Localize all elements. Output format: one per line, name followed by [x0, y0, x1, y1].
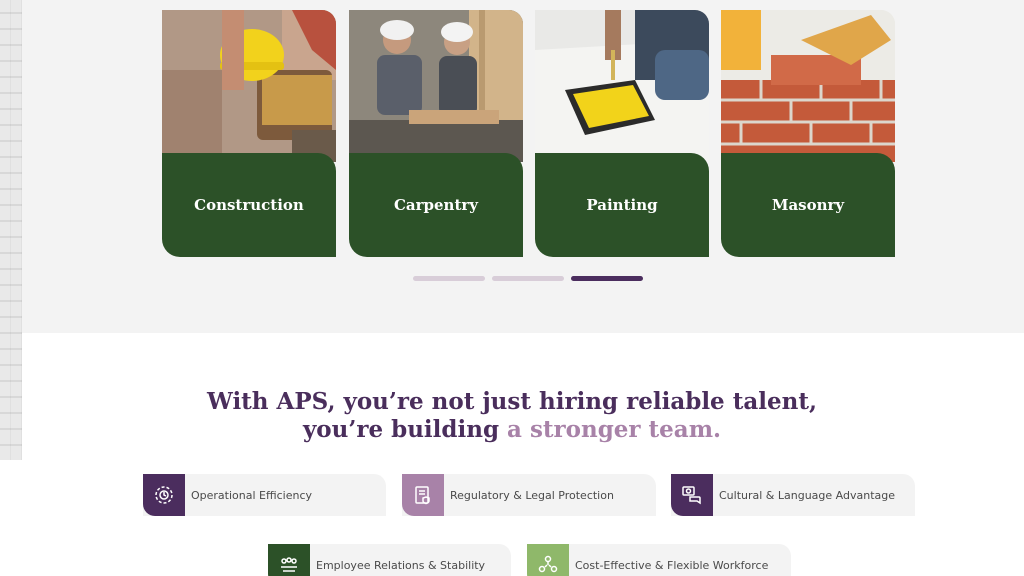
- benefit-cost-effective[interactable]: Cost-Effective & Flexible Workforce: [527, 544, 791, 576]
- pagination-bar-3-active[interactable]: [571, 276, 643, 281]
- benefit-employee-relations[interactable]: Employee Relations & Stability: [268, 544, 511, 576]
- service-label: Construction: [194, 196, 304, 214]
- benefit-label: Employee Relations & Stability: [316, 558, 486, 572]
- service-label-box: Carpentry: [349, 153, 523, 257]
- headline-line-2-prefix: you’re building: [302, 416, 508, 443]
- headline-line-1: With APS, you’re not just hiring reliabl…: [207, 388, 817, 415]
- section-headline: With APS, you’re not just hiring reliabl…: [0, 388, 1024, 444]
- service-card-carpentry[interactable]: Carpentry: [349, 10, 523, 257]
- headline-line-2-accent: a stronger team.: [507, 416, 722, 443]
- service-card-construction[interactable]: Construction: [162, 10, 336, 257]
- benefit-operational-efficiency[interactable]: Operational Efficiency: [143, 474, 386, 516]
- benefit-label: Cultural & Language Advantage: [719, 488, 896, 502]
- service-label: Masonry: [771, 196, 845, 214]
- painting-photo: [535, 10, 709, 162]
- construction-photo: [162, 10, 336, 162]
- benefit-cultural-language[interactable]: Cultural & Language Advantage: [671, 474, 915, 516]
- pagination-bar-1[interactable]: [413, 276, 485, 281]
- service-label-box: Painting: [535, 153, 709, 257]
- language-chat-icon: [671, 474, 713, 516]
- benefit-label: Cost-Effective & Flexible Workforce: [575, 558, 769, 572]
- benefit-regulatory-legal[interactable]: Regulatory & Legal Protection: [402, 474, 656, 516]
- benefit-label: Regulatory & Legal Protection: [450, 488, 614, 502]
- benefit-label: Operational Efficiency: [191, 488, 313, 502]
- services-carousel: Construction Carpentry Painting Masonry: [162, 10, 896, 257]
- service-label: Carpentry: [393, 196, 479, 214]
- service-card-painting[interactable]: Painting: [535, 10, 709, 257]
- service-label-box: Masonry: [721, 153, 895, 257]
- service-label-box: Construction: [162, 153, 336, 257]
- masonry-photo: [721, 10, 895, 162]
- service-label: Painting: [586, 196, 658, 214]
- cost-flex-icon: [527, 544, 569, 576]
- pagination-bar-2[interactable]: [492, 276, 564, 281]
- team-people-icon: [268, 544, 310, 576]
- carpentry-photo: [349, 10, 523, 162]
- legal-document-icon: [402, 474, 444, 516]
- efficiency-gear-icon: [143, 474, 185, 516]
- service-card-masonry[interactable]: Masonry: [721, 10, 895, 257]
- carousel-pagination: [413, 276, 643, 281]
